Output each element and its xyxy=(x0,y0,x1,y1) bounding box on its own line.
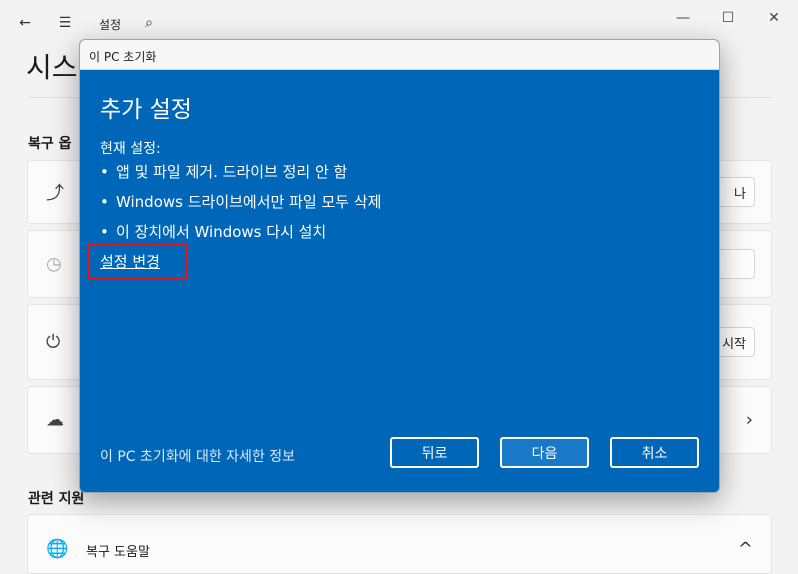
chevron-right-icon[interactable]: › xyxy=(746,410,753,431)
dialog-title: 이 PC 초기화 xyxy=(89,50,157,64)
section-heading-related: 관련 지원 xyxy=(28,491,85,507)
search-icon[interactable]: ⌕ xyxy=(134,8,164,38)
help-label: 복구 도움말 xyxy=(86,545,150,560)
reset-icon: ⤴ xyxy=(46,183,64,204)
app-title: 설정 xyxy=(99,18,122,32)
chevron-up-icon[interactable]: ^ xyxy=(738,539,753,560)
current-settings-label: 현재 설정: xyxy=(100,141,161,157)
back-button[interactable]: 뒤로 xyxy=(390,437,479,468)
close-icon[interactable]: ✕ xyxy=(751,4,797,32)
section-heading-recovery: 복구 옵 xyxy=(28,136,72,152)
change-settings-link[interactable]: 설정 변경 xyxy=(100,251,160,272)
page-title: 시스 xyxy=(26,51,78,84)
dialog-heading: 추가 설정 xyxy=(100,97,192,123)
settings-list: • 앱 및 파일 제거. 드라이브 정리 안 함 • Windows 드라이브에서만… xyxy=(100,162,381,252)
list-item: • Windows 드라이브에서만 파일 모두 삭제 xyxy=(100,193,382,211)
dialog-titlebar: 이 PC 초기화 xyxy=(80,40,719,70)
list-item: • 앱 및 파일 제거. 드라이브 정리 안 함 xyxy=(100,163,348,181)
power-gear-icon: ⏻ xyxy=(46,331,61,353)
more-info-link[interactable]: 이 PC 초기화에 대한 자세한 정보 xyxy=(100,446,295,466)
hamburger-menu-icon[interactable]: ☰ xyxy=(50,8,80,38)
next-button[interactable]: 다음 xyxy=(500,437,589,468)
cancel-button[interactable]: 취소 xyxy=(610,437,699,468)
minimize-icon[interactable]: — xyxy=(660,4,706,32)
history-icon: ◷ xyxy=(46,253,62,275)
cloud-icon: ☁ xyxy=(46,409,64,431)
maximize-icon[interactable]: ☐ xyxy=(705,4,751,32)
back-arrow-icon[interactable]: ← xyxy=(10,8,40,38)
reset-pc-dialog: 이 PC 초기화 추가 설정 현재 설정: • 앱 및 파일 제거. 드라이브 정… xyxy=(79,39,720,493)
globe-icon: 🌐 xyxy=(46,538,69,560)
